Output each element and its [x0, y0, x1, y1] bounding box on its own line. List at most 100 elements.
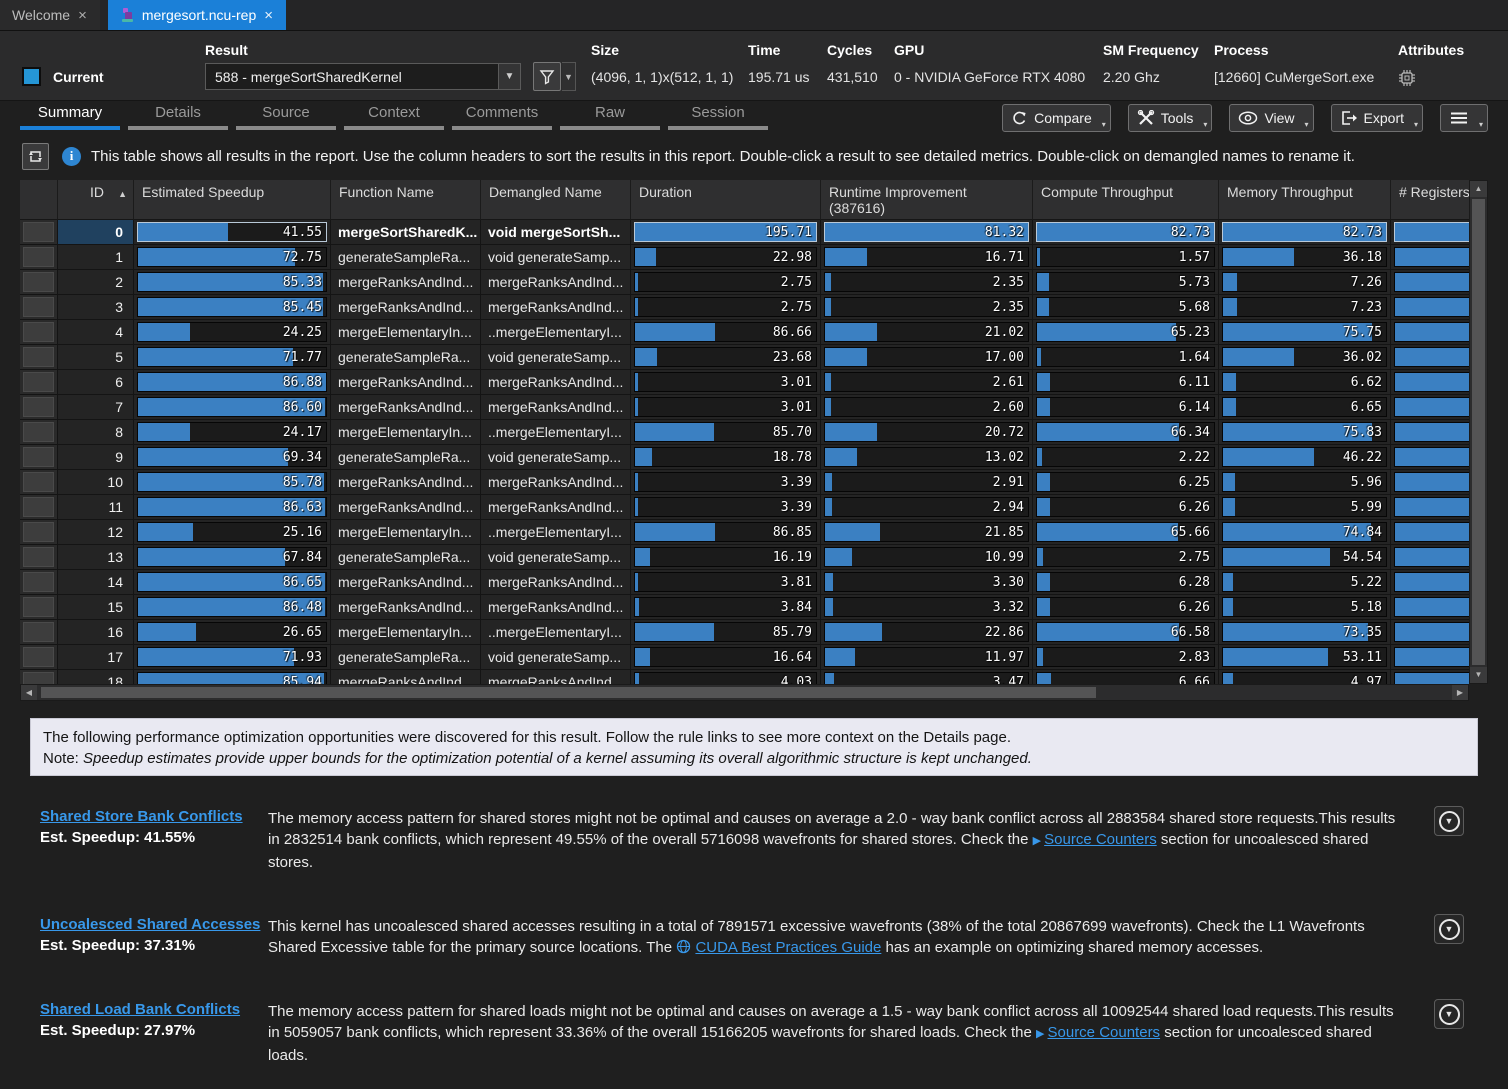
cell-demangled-name[interactable]: mergeRanksAndInd... — [481, 270, 631, 295]
row-handle[interactable] — [20, 220, 58, 245]
reapply-rules-button[interactable] — [22, 143, 49, 170]
col-header-registers[interactable]: # Registers — [1391, 180, 1469, 220]
cell-id[interactable]: 14 — [58, 570, 134, 595]
cell-registers[interactable] — [1391, 645, 1469, 670]
tab-report[interactable]: mergesort.ncu-rep × — [108, 0, 286, 30]
cell-id[interactable]: 6 — [58, 370, 134, 395]
cell-function-name[interactable]: mergeRanksAndInd... — [331, 595, 481, 620]
cell-memory-throughput[interactable]: 36.02 — [1219, 345, 1391, 370]
export-button[interactable]: Export▾ — [1331, 104, 1423, 132]
cell-compute-throughput[interactable]: 82.73 — [1033, 220, 1219, 245]
cell-function-name[interactable]: generateSampleRa... — [331, 345, 481, 370]
cell-estimated-speedup[interactable]: 71.77 — [134, 345, 331, 370]
row-handle[interactable] — [20, 395, 58, 420]
cell-function-name[interactable]: mergeRanksAndInd... — [331, 470, 481, 495]
cell-compute-throughput[interactable]: 6.25 — [1033, 470, 1219, 495]
cell-runtime-improvement[interactable]: 10.99 — [821, 545, 1033, 570]
cell-estimated-speedup[interactable]: 85.94 — [134, 670, 331, 684]
cell-runtime-improvement[interactable]: 2.91 — [821, 470, 1033, 495]
cell-demangled-name[interactable]: mergeRanksAndInd... — [481, 570, 631, 595]
cell-function-name[interactable]: generateSampleRa... — [331, 445, 481, 470]
cell-id[interactable]: 4 — [58, 320, 134, 345]
col-header-rowhandle[interactable] — [20, 180, 58, 220]
cell-function-name[interactable]: mergeElementaryIn... — [331, 520, 481, 545]
cell-compute-throughput[interactable]: 65.66 — [1033, 520, 1219, 545]
cell-registers[interactable] — [1391, 545, 1469, 570]
tab-details[interactable]: Details — [128, 104, 228, 135]
col-header-duration[interactable]: Duration — [631, 180, 821, 220]
cell-duration[interactable]: 3.39 — [631, 470, 821, 495]
cell-compute-throughput[interactable]: 6.66 — [1033, 670, 1219, 684]
row-handle[interactable] — [20, 270, 58, 295]
cell-runtime-improvement[interactable]: 22.86 — [821, 620, 1033, 645]
cell-id[interactable]: 3 — [58, 295, 134, 320]
cell-estimated-speedup[interactable]: 85.33 — [134, 270, 331, 295]
cell-registers[interactable] — [1391, 395, 1469, 420]
cell-duration[interactable]: 16.19 — [631, 545, 821, 570]
col-header-function-name[interactable]: Function Name — [331, 180, 481, 220]
cell-estimated-speedup[interactable]: 86.88 — [134, 370, 331, 395]
cell-memory-throughput[interactable]: 6.65 — [1219, 395, 1391, 420]
tab-raw[interactable]: Raw — [560, 104, 660, 135]
cell-id[interactable]: 7 — [58, 395, 134, 420]
cell-demangled-name[interactable]: mergeRanksAndInd... — [481, 595, 631, 620]
cell-registers[interactable] — [1391, 220, 1469, 245]
cell-id[interactable]: 16 — [58, 620, 134, 645]
inline-link[interactable]: CUDA Best Practices Guide — [695, 939, 881, 956]
cell-registers[interactable] — [1391, 495, 1469, 520]
cell-demangled-name[interactable]: void generateSamp... — [481, 345, 631, 370]
cell-duration[interactable]: 3.01 — [631, 395, 821, 420]
cell-compute-throughput[interactable]: 5.68 — [1033, 295, 1219, 320]
row-handle[interactable] — [20, 545, 58, 570]
cell-registers[interactable] — [1391, 295, 1469, 320]
cell-demangled-name[interactable]: void mergeSortSh... — [481, 220, 631, 245]
cell-estimated-speedup[interactable]: 72.75 — [134, 245, 331, 270]
view-button[interactable]: View▾ — [1229, 104, 1313, 132]
scroll-left-icon[interactable]: ◀ — [21, 685, 37, 700]
cell-registers[interactable] — [1391, 370, 1469, 395]
horizontal-scrollbar[interactable]: ◀ ▶ — [20, 684, 1469, 701]
cell-memory-throughput[interactable]: 6.62 — [1219, 370, 1391, 395]
cell-registers[interactable] — [1391, 270, 1469, 295]
cell-demangled-name[interactable]: mergeRanksAndInd... — [481, 295, 631, 320]
cell-duration[interactable]: 18.78 — [631, 445, 821, 470]
cell-id[interactable]: 10 — [58, 470, 134, 495]
cell-demangled-name[interactable]: void generateSamp... — [481, 245, 631, 270]
cell-demangled-name[interactable]: mergeRanksAndInd... — [481, 495, 631, 520]
cell-runtime-improvement[interactable]: 13.02 — [821, 445, 1033, 470]
cell-registers[interactable] — [1391, 620, 1469, 645]
cell-demangled-name[interactable]: ..mergeElementaryI... — [481, 520, 631, 545]
tab-comments[interactable]: Comments — [452, 104, 552, 135]
cell-demangled-name[interactable]: mergeRanksAndInd... — [481, 470, 631, 495]
cell-function-name[interactable]: generateSampleRa... — [331, 245, 481, 270]
cell-function-name[interactable]: generateSampleRa... — [331, 645, 481, 670]
close-icon[interactable]: × — [263, 8, 274, 23]
cell-duration[interactable]: 85.79 — [631, 620, 821, 645]
row-handle[interactable] — [20, 520, 58, 545]
cell-estimated-speedup[interactable]: 85.78 — [134, 470, 331, 495]
more-menu-button[interactable]: ▾ — [1440, 104, 1488, 132]
cell-memory-throughput[interactable]: 5.18 — [1219, 595, 1391, 620]
row-handle[interactable] — [20, 495, 58, 520]
cell-id[interactable]: 8 — [58, 420, 134, 445]
cell-memory-throughput[interactable]: 5.22 — [1219, 570, 1391, 595]
cell-function-name[interactable]: mergeRanksAndInd... — [331, 370, 481, 395]
cell-memory-throughput[interactable]: 7.26 — [1219, 270, 1391, 295]
collapse-rule-button[interactable]: ▼ — [1434, 806, 1464, 836]
cell-demangled-name[interactable]: ..mergeElementaryI... — [481, 420, 631, 445]
vertical-scrollbar-thumb[interactable] — [1472, 199, 1485, 665]
cell-id[interactable]: 18 — [58, 670, 134, 684]
cell-runtime-improvement[interactable]: 3.32 — [821, 595, 1033, 620]
cell-compute-throughput[interactable]: 2.75 — [1033, 545, 1219, 570]
row-handle[interactable] — [20, 320, 58, 345]
vertical-scrollbar[interactable]: ▲ ▼ — [1469, 180, 1488, 684]
cell-compute-throughput[interactable]: 6.26 — [1033, 595, 1219, 620]
cell-memory-throughput[interactable]: 7.23 — [1219, 295, 1391, 320]
cell-estimated-speedup[interactable]: 71.93 — [134, 645, 331, 670]
cell-estimated-speedup[interactable]: 24.25 — [134, 320, 331, 345]
row-handle[interactable] — [20, 470, 58, 495]
cell-runtime-improvement[interactable]: 21.85 — [821, 520, 1033, 545]
col-header-demangled-name[interactable]: Demangled Name — [481, 180, 631, 220]
cell-duration[interactable]: 3.81 — [631, 570, 821, 595]
col-header-estimated-speedup[interactable]: Estimated Speedup — [134, 180, 331, 220]
